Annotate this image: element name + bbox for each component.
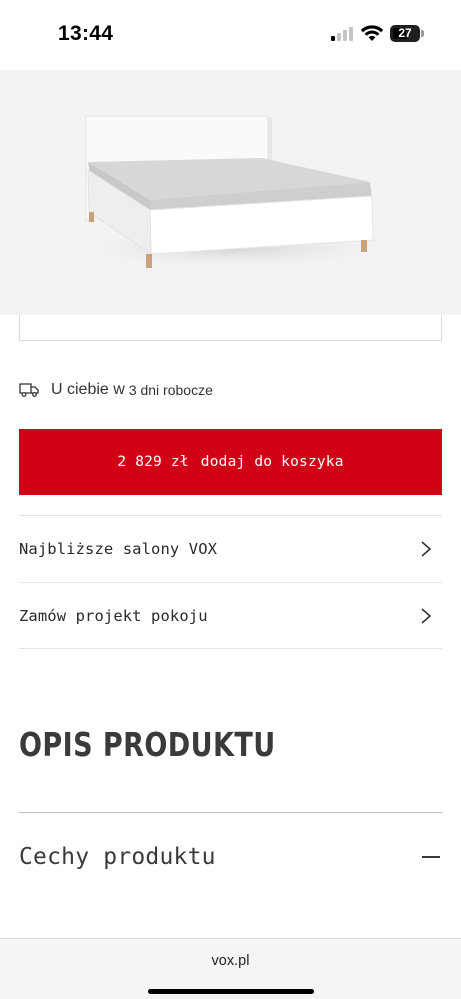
nearest-stores-link[interactable]: Najbliższe salony VOX bbox=[19, 516, 442, 582]
truck-icon bbox=[19, 383, 39, 397]
price: 2 829 zł bbox=[117, 454, 189, 470]
delivery-days: 3 dni robocze bbox=[128, 382, 213, 398]
product-features-toggle[interactable]: Cechy produktu bbox=[19, 832, 442, 882]
section-title: OPIS PRODUKTU bbox=[19, 725, 276, 764]
chevron-right-icon bbox=[421, 541, 432, 557]
product-image[interactable] bbox=[0, 70, 461, 315]
signal-icon bbox=[331, 27, 353, 41]
battery-level: 27 bbox=[398, 26, 412, 40]
status-time: 13:44 bbox=[58, 22, 114, 45]
bed-image bbox=[57, 115, 407, 270]
add-to-cart-button[interactable]: 2 829 zł dodaj do koszyka bbox=[19, 429, 442, 495]
status-bar: 13:44 27 bbox=[0, 0, 461, 70]
product-features-label: Cechy produktu bbox=[19, 844, 216, 870]
battery-icon: 27 bbox=[390, 25, 420, 42]
nearest-stores-label: Najbliższe salony VOX bbox=[19, 540, 218, 558]
room-project-label: Zamów projekt pokoju bbox=[19, 607, 208, 625]
browser-bar: vox.pl bbox=[0, 938, 461, 999]
divider bbox=[19, 648, 442, 649]
room-project-link[interactable]: Zamów projekt pokoju bbox=[19, 583, 442, 649]
url-field[interactable]: vox.pl bbox=[0, 953, 461, 969]
home-indicator[interactable] bbox=[148, 989, 314, 994]
delivery-info: U ciebie w 3 dni robocze bbox=[19, 378, 213, 402]
divider bbox=[19, 812, 442, 813]
minus-icon bbox=[422, 856, 440, 858]
option-box[interactable] bbox=[19, 315, 442, 341]
delivery-text: U ciebie w bbox=[51, 381, 125, 398]
chevron-right-icon bbox=[421, 608, 432, 624]
add-to-cart-label: dodaj do koszyka bbox=[200, 454, 344, 470]
wifi-icon bbox=[360, 25, 384, 41]
